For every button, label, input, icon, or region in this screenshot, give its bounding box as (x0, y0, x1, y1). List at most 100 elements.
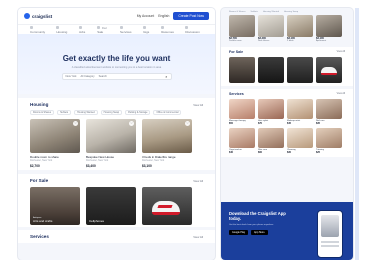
listing-photo (287, 15, 313, 37)
service-price: $35 (316, 122, 320, 125)
location-select[interactable]: New York (66, 75, 77, 78)
for-sale-cards: Antiques Arts and crafts Cellphones (30, 187, 203, 225)
sneaker-image (152, 201, 180, 215)
category-item[interactable]: For Sale (97, 26, 112, 34)
housing-title: Housing (30, 102, 49, 107)
account-link[interactable]: My Account (137, 14, 155, 18)
services-section: Services View All (18, 230, 215, 243)
category-item[interactable]: Jobs (79, 26, 89, 34)
favorite-heart-icon[interactable]: ♡ (185, 121, 190, 126)
phone-mockup-image (317, 210, 343, 258)
sale-category-card[interactable] (316, 57, 342, 83)
service-price: $40 (229, 151, 233, 154)
service-card[interactable]: Hair stylist $70 (258, 99, 284, 125)
service-card[interactable]: Massage therapy $50 (229, 99, 255, 125)
filter-chip[interactable]: Parking & Storage (125, 110, 151, 115)
service-card[interactable]: Tutoring $25 (316, 128, 342, 154)
search-bar[interactable]: New York All Category Search ⌕ (61, 73, 172, 80)
favorite-heart-icon[interactable]: ♡ (73, 121, 78, 126)
sneaker-image (321, 67, 337, 75)
filter-chip[interactable]: Sublets (57, 110, 72, 115)
service-price: $25 (316, 151, 320, 154)
favorite-heart-icon[interactable]: ♡ (129, 121, 134, 126)
sale-category-card[interactable]: Antiques Arts and crafts (30, 187, 80, 225)
for-sale-title: For Sale (229, 50, 244, 54)
listing-card[interactable]: $3,100 Apartment (316, 15, 342, 42)
google-play-button[interactable]: Google Play (229, 230, 249, 236)
service-photo (316, 99, 342, 119)
hero-title: Get exactly the life you want (62, 54, 171, 63)
filter-chip[interactable]: Housing Wanted (74, 110, 98, 115)
listing-card[interactable]: $3,100 3 beds (287, 15, 313, 42)
service-price: $50 (229, 122, 233, 125)
listing-title: Double room (229, 40, 242, 42)
listing-price: $3,100 (142, 164, 152, 168)
sale-category-card[interactable]: Cellphones (86, 187, 136, 225)
language-select[interactable]: English (158, 14, 169, 18)
service-card[interactable]: Nail care $35 (316, 99, 342, 125)
filter-chip[interactable]: Housing Swap (284, 11, 298, 13)
filter-chip[interactable]: Sublets (251, 11, 258, 13)
housing-view-all-link[interactable]: View All (193, 103, 203, 107)
service-card[interactable]: Skin care $60 (258, 128, 284, 154)
app-download-banner: Download the Craigslist App today. Get t… (221, 202, 353, 260)
for-sale-view-all-link[interactable]: View All (193, 179, 203, 183)
service-photo (258, 99, 284, 119)
service-card[interactable]: Cleaning $30 (287, 128, 313, 154)
phone-line (321, 245, 339, 247)
category-select[interactable]: All Category (80, 75, 94, 78)
listing-card[interactable]: $3,400 New House (258, 15, 284, 42)
search-input[interactable]: Search (99, 75, 107, 78)
category-item[interactable]: Services (120, 26, 135, 34)
listing-price: $2,700 (30, 164, 40, 168)
listing-title: New House (258, 40, 270, 42)
brand-name: craigslist (32, 13, 53, 19)
listing-photo (316, 15, 342, 37)
right-for-sale-header: For Sale View All (229, 50, 345, 54)
listing-card[interactable]: ♡ 3 beds in Dialerfire range Rochester, … (142, 119, 192, 168)
listing-price: $3,400 (86, 164, 96, 168)
services-title: Services (229, 92, 244, 96)
category-item[interactable]: Discussion (185, 26, 203, 34)
housing-filters: Rooms & Shares Sublets Housing Wanted Ho… (30, 110, 203, 115)
filter-chip[interactable]: Housing Wanted (263, 11, 279, 13)
category-item[interactable]: Housing (56, 26, 71, 34)
services-title: Services (30, 234, 49, 239)
for-sale-title: For Sale (30, 178, 49, 183)
service-card[interactable]: Makeup artist $45 (287, 99, 313, 125)
filter-chip[interactable]: Housing Swap (100, 110, 123, 115)
homepage-mockup: craigslist My Account English Create Pos… (18, 8, 215, 260)
listing-card[interactable]: ♡ Double room to share Rochester, New Yo… (30, 119, 80, 168)
housing-cards: ♡ Double room to share Rochester, New Yo… (30, 119, 203, 168)
filter-chip[interactable]: Rooms & Shares (30, 110, 55, 115)
category-item[interactable]: Resumes (161, 26, 177, 34)
listing-photo (229, 15, 255, 37)
service-photo (287, 99, 313, 119)
filter-chip[interactable]: Office & Commercial (153, 110, 182, 115)
services-view-all-link[interactable]: View All (193, 235, 203, 239)
sale-thumbnails (229, 57, 345, 83)
create-post-button[interactable]: Create Post Now (173, 12, 209, 20)
filter-chip[interactable]: Rooms & Shares (229, 11, 246, 13)
category-item[interactable]: Gigs (143, 26, 153, 34)
sale-category-card[interactable] (287, 57, 313, 83)
brand-logo[interactable]: craigslist (24, 13, 52, 19)
right-services-section: Services View All Massage therapy $50 Hai… (221, 89, 353, 157)
search-icon[interactable]: ⌕ (165, 74, 167, 79)
category-item[interactable]: Community (30, 26, 48, 34)
sale-category-card[interactable] (142, 187, 192, 225)
housing-section: Housing View All Rooms & Shares Sublets … (18, 98, 215, 170)
app-store-button[interactable]: App Store (251, 230, 268, 236)
sale-category-card[interactable] (258, 57, 284, 83)
listing-title: 3 beds (287, 40, 294, 42)
listing-card[interactable]: ♡ Bespoke New House Rochester, New York … (86, 119, 136, 168)
category-bar: Community Housing Jobs For Sale Services… (18, 25, 215, 34)
for-sale-section: For Sale View All Antiques Arts and craf… (18, 174, 215, 227)
listing-card[interactable]: $2,700 Double room (229, 15, 255, 42)
service-photo (229, 99, 255, 119)
service-photo (229, 128, 255, 148)
sale-category-card[interactable] (229, 57, 255, 83)
services-view-all-link[interactable]: View All (337, 92, 345, 96)
service-card[interactable]: Yoga teacher $40 (229, 128, 255, 154)
for-sale-view-all-link[interactable]: View All (337, 50, 345, 54)
